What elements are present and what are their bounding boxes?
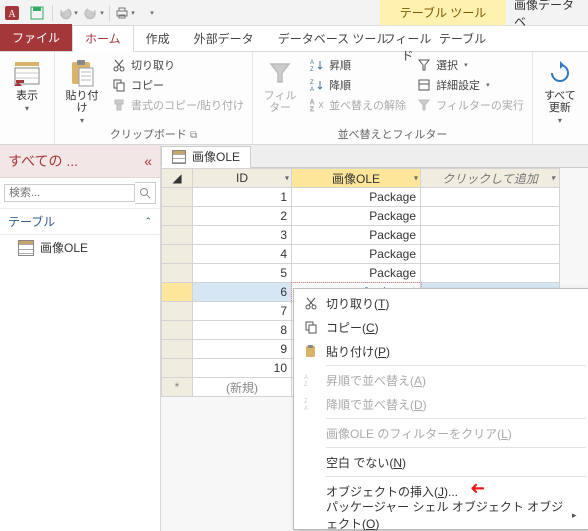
svg-text:A: A: [310, 87, 314, 92]
object-tab[interactable]: 画像OLE: [161, 146, 251, 168]
nav-title[interactable]: すべての ... «: [0, 145, 160, 178]
view-icon: [12, 58, 42, 88]
paste-icon: [67, 58, 97, 88]
advanced-icon: [416, 77, 432, 93]
row-selector-current[interactable]: [162, 283, 193, 302]
refresh-all-button[interactable]: すべて 更新 ▾: [539, 54, 581, 124]
quick-access-toolbar: ▾ ▾ ▾ ▾: [24, 0, 164, 25]
search-input[interactable]: [4, 184, 135, 202]
view-button[interactable]: 表示 ▾: [6, 54, 48, 112]
contextual-tab-group-label: テーブル ツール: [380, 0, 506, 25]
submenu-arrow-icon: ▸: [572, 510, 586, 521]
clipboard-launcher-icon[interactable]: ⧉: [190, 130, 197, 141]
svg-text:Z: Z: [304, 399, 308, 405]
funnel-icon: [265, 58, 295, 88]
menu-sort-desc: ZA降順で並べ替え(D): [296, 392, 586, 416]
tab-external-data[interactable]: 外部データ: [182, 26, 266, 51]
refresh-label: すべて 更新: [544, 90, 576, 114]
brush-icon: [111, 97, 127, 113]
menu-packager-object[interactable]: パッケージャー シェル オブジェクト オブジェクト(O)▸: [296, 503, 586, 527]
sort-desc-button[interactable]: ZA降順: [307, 76, 408, 94]
ribbon: 表示 ▾ 貼り付け ▾ 切り取り コピー 書式のコピー/貼り付け クリップボード…: [0, 52, 588, 145]
qat-customize-icon[interactable]: ▾: [138, 0, 164, 25]
advanced-filter-button[interactable]: 詳細設定▾: [414, 76, 526, 94]
navigation-pane: すべての ... « テーブル⌃ 画像OLE: [0, 145, 161, 531]
nav-section-tables[interactable]: テーブル⌃: [0, 209, 160, 235]
clear-sort-icon: AZ: [309, 97, 325, 113]
paste-button[interactable]: 貼り付け ▾: [61, 54, 103, 124]
cell-id[interactable]: 1: [193, 188, 292, 207]
cut-button[interactable]: 切り取り: [109, 56, 246, 74]
context-menu: 切り取り(T) コピー(C) 貼り付け(P) AZ昇順で並べ替え(A) ZA降順…: [293, 288, 588, 530]
paste-icon: [296, 344, 326, 358]
svg-text:A: A: [8, 9, 16, 20]
refresh-icon: [545, 58, 575, 88]
svg-text:Z: Z: [310, 67, 314, 72]
search-icon[interactable]: [135, 182, 156, 204]
window-title-fragment: 画像データベ: [506, 0, 588, 25]
tab-file[interactable]: ファイル: [0, 24, 72, 51]
group-clipboard: 貼り付け ▾ 切り取り コピー 書式のコピー/貼り付け クリップボード ⧉: [55, 52, 253, 144]
group-records: すべて 更新 ▾ 新 前: [533, 52, 588, 144]
filter-button[interactable]: フィルター: [259, 54, 301, 114]
table-icon: [18, 240, 34, 256]
redo-icon[interactable]: ▾: [81, 0, 107, 25]
sort-desc-icon: ZA: [309, 77, 325, 93]
svg-text:A: A: [310, 100, 314, 106]
menu-paste[interactable]: 貼り付け(P): [296, 339, 586, 363]
sort-desc-icon: ZA: [296, 397, 326, 411]
copy-icon: [296, 320, 326, 334]
column-header-ole[interactable]: 画像OLE▾: [292, 169, 421, 188]
table-icon: [172, 150, 186, 164]
svg-text:A: A: [304, 406, 308, 411]
sort-asc-icon: AZ: [296, 373, 326, 387]
copy-button[interactable]: コピー: [109, 76, 246, 94]
tab-home[interactable]: ホーム: [72, 25, 134, 52]
scissors-icon: [111, 57, 127, 73]
title-bar: A ▾ ▾ ▾ ▾ テーブル ツール 画像データベ: [0, 0, 588, 26]
svg-text:A: A: [310, 60, 314, 66]
ribbon-tabs: ファイル ホーム 作成 外部データ データベース ツール フィールド テーブル: [0, 26, 588, 52]
scissors-icon: [296, 296, 326, 310]
save-icon[interactable]: [24, 0, 50, 25]
sort-asc-icon: AZ: [309, 57, 325, 73]
toggle-filter-icon: [416, 97, 432, 113]
svg-text:A: A: [304, 375, 308, 381]
menu-cut[interactable]: 切り取り(T): [296, 291, 586, 315]
qat-print-icon[interactable]: ▾: [112, 0, 138, 25]
menu-sort-asc: AZ昇順で並べ替え(A): [296, 368, 586, 392]
clear-sort-button[interactable]: AZ並べ替えの解除: [307, 96, 408, 114]
group-views: 表示 ▾: [0, 52, 55, 144]
format-painter-button[interactable]: 書式のコピー/貼り付け: [109, 96, 246, 114]
toggle-filter-button[interactable]: フィルターの実行: [414, 96, 526, 114]
svg-text:Z: Z: [310, 80, 314, 86]
copy-icon: [111, 77, 127, 93]
undo-icon[interactable]: ▾: [55, 0, 81, 25]
menu-copy[interactable]: コピー(C): [296, 315, 586, 339]
menu-clear-filter: 画像OLE のフィルターをクリア(L): [296, 421, 586, 445]
cell-ole[interactable]: Package: [292, 188, 421, 207]
nav-item-table[interactable]: 画像OLE: [0, 235, 160, 260]
svg-text:Z: Z: [310, 107, 314, 112]
object-tabs: 画像OLE: [161, 145, 588, 168]
view-label: 表示: [16, 90, 38, 102]
app-icon: A: [4, 5, 20, 21]
new-row-marker[interactable]: *: [162, 378, 193, 397]
collapse-chevron-icon[interactable]: «: [144, 153, 152, 169]
select-all-cell[interactable]: ◢: [162, 169, 193, 188]
menu-not-blank[interactable]: 空白 でない(N): [296, 450, 586, 474]
svg-text:Z: Z: [304, 382, 308, 387]
paste-label: 貼り付け: [61, 90, 103, 114]
filter-label: フィルター: [259, 90, 301, 114]
annotation-arrow-icon: ➜: [470, 478, 485, 499]
tab-field[interactable]: フィールド: [380, 26, 435, 68]
tab-table[interactable]: テーブル: [435, 26, 490, 68]
nav-search: [0, 178, 160, 209]
tab-create[interactable]: 作成: [134, 26, 182, 51]
column-header-add[interactable]: クリックして追加▾: [421, 169, 560, 188]
column-header-id[interactable]: ID▾: [193, 169, 292, 188]
